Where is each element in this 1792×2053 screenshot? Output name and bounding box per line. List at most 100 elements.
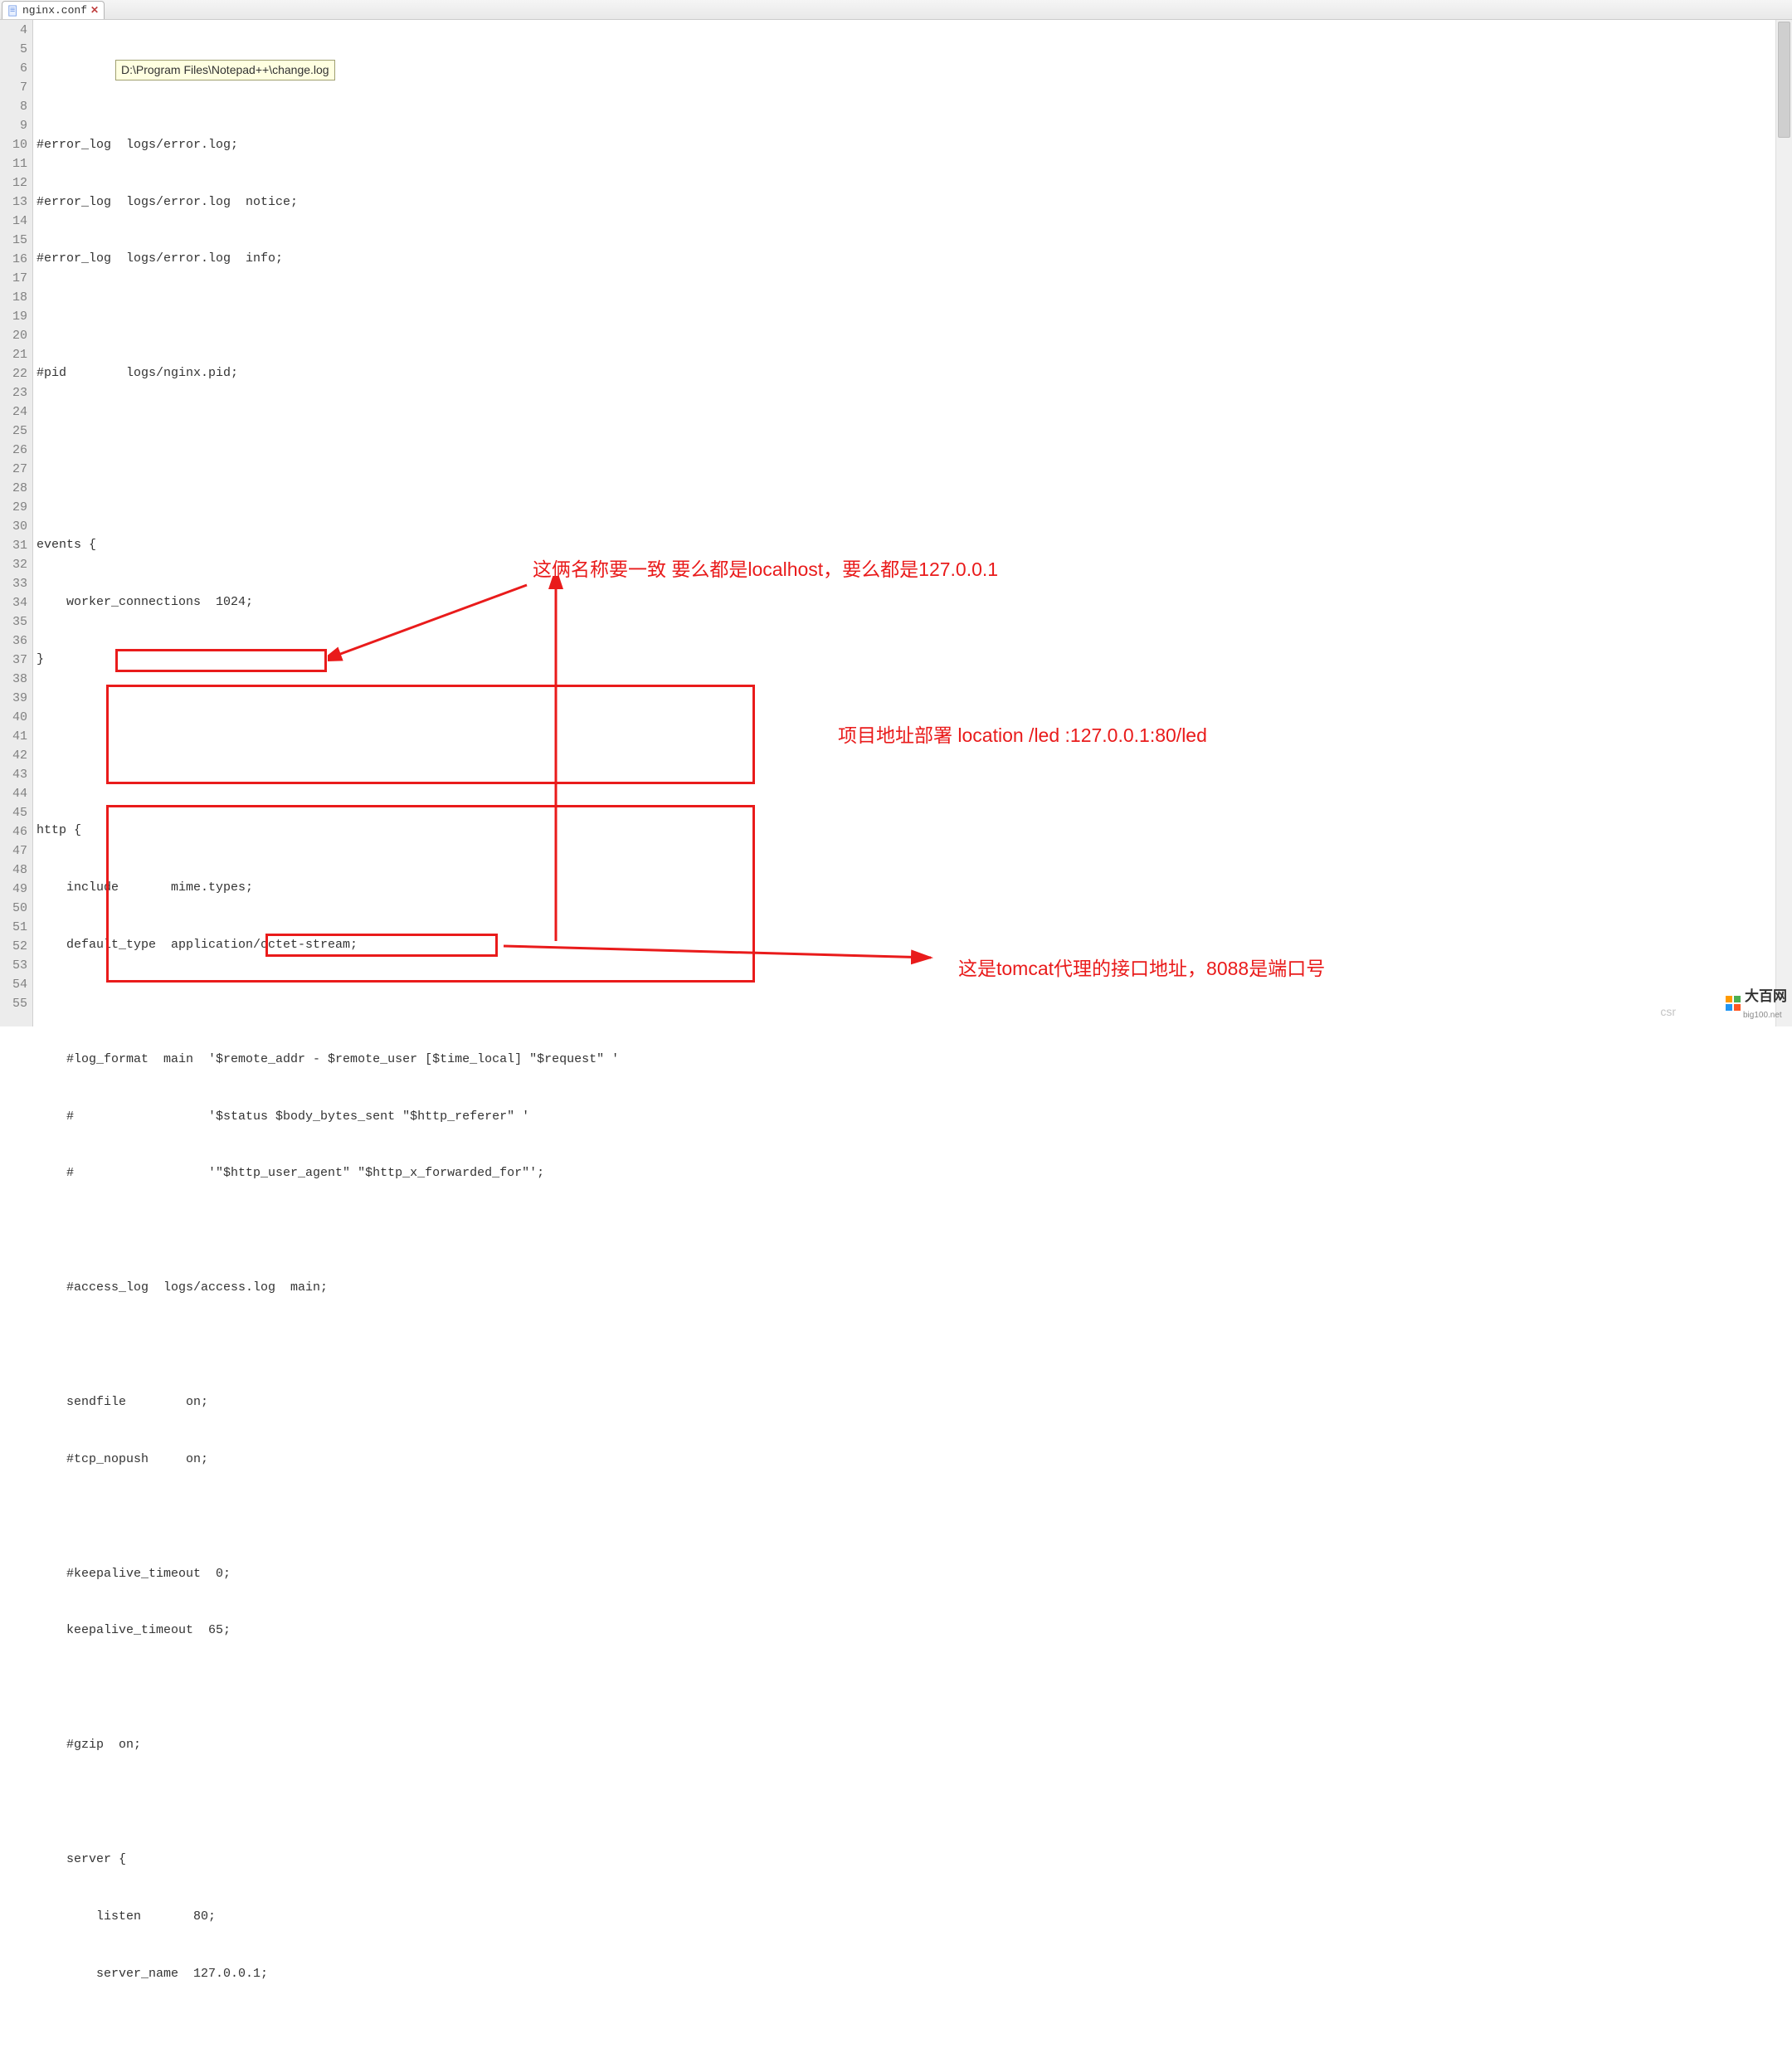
line-number: 22 (0, 365, 27, 384)
file-tab[interactable]: nginx.conf ✕ (2, 1, 105, 19)
line-number: 50 (0, 900, 27, 919)
line-number: 49 (0, 880, 27, 900)
code-line: #error_log logs/error.log notice; (37, 193, 1792, 212)
code-line: # '"$http_user_agent" "$http_x_forwarded… (37, 1164, 1792, 1183)
line-number: 9 (0, 117, 27, 136)
code-line: #error_log logs/error.log info; (37, 250, 1792, 269)
line-number: 43 (0, 766, 27, 785)
annotation-text-1: 这俩名称要一致 要么都是localhost，要么都是127.0.0.1 (533, 553, 998, 582)
code-line (37, 79, 1792, 98)
code-line (37, 1793, 1792, 1812)
line-number: 38 (0, 671, 27, 690)
line-number: 23 (0, 384, 27, 403)
line-number: 20 (0, 327, 27, 346)
code-line: #log_format main '$remote_addr - $remote… (37, 1051, 1792, 1070)
code-line: #keepalive_timeout 0; (37, 1565, 1792, 1584)
code-line: } (37, 651, 1792, 670)
watermark-text: 大百网 (1745, 988, 1787, 1004)
line-number-gutter: 4567891011121314151617181920212223242526… (0, 20, 33, 1026)
line-number: 47 (0, 842, 27, 861)
tab-label: nginx.conf (22, 4, 87, 17)
line-number: 53 (0, 957, 27, 976)
code-line: worker_connections 1024; (37, 593, 1792, 612)
line-number: 15 (0, 232, 27, 251)
close-icon[interactable]: ✕ (90, 4, 99, 17)
code-line: listen 80; (37, 1908, 1792, 1927)
line-number: 37 (0, 651, 27, 671)
watermark-sub: big100.net (1743, 1011, 1782, 1020)
line-number: 13 (0, 193, 27, 212)
line-number: 5 (0, 41, 27, 60)
code-line: events { (37, 536, 1792, 555)
scroll-thumb[interactable] (1778, 22, 1790, 138)
line-number: 12 (0, 174, 27, 193)
line-number: 51 (0, 919, 27, 938)
line-number: 40 (0, 709, 27, 728)
tab-bar: nginx.conf ✕ (0, 0, 1792, 20)
annotation-text-2: 项目地址部署 location /led :127.0.0.1:80/led (838, 719, 1207, 748)
line-number: 27 (0, 461, 27, 480)
code-line (37, 422, 1792, 441)
code-line: http { (37, 822, 1792, 841)
annotation-text-3: 这是tomcat代理的接口地址，8088是端口号 (958, 953, 1325, 981)
code-line (37, 1222, 1792, 1241)
line-number: 45 (0, 804, 27, 823)
line-number: 29 (0, 499, 27, 518)
line-number: 21 (0, 346, 27, 365)
code-line: include mime.types; (37, 879, 1792, 898)
line-number: 54 (0, 976, 27, 995)
code-line: #gzip on; (37, 1736, 1792, 1755)
code-line (37, 1679, 1792, 1698)
line-number: 39 (0, 690, 27, 709)
code-editor: 4567891011121314151617181920212223242526… (0, 20, 1792, 1026)
code-line (37, 479, 1792, 498)
line-number: 44 (0, 785, 27, 804)
line-number: 11 (0, 155, 27, 174)
file-icon (7, 5, 19, 17)
line-number: 32 (0, 556, 27, 575)
code-line (37, 1508, 1792, 1527)
line-number: 34 (0, 594, 27, 613)
line-number: 25 (0, 422, 27, 441)
code-line: #error_log logs/error.log; (37, 136, 1792, 155)
code-line: default_type application/octet-stream; (37, 936, 1792, 955)
line-number: 33 (0, 575, 27, 594)
line-number: 14 (0, 212, 27, 232)
code-line: server { (37, 1851, 1792, 1870)
scrollbar[interactable] (1775, 20, 1792, 1026)
line-number: 19 (0, 308, 27, 327)
line-number: 26 (0, 441, 27, 461)
code-line: #pid logs/nginx.pid; (37, 364, 1792, 383)
line-number: 46 (0, 823, 27, 842)
line-number: 30 (0, 518, 27, 537)
watermark: 大百网 big100.net (1725, 984, 1787, 1022)
code-line: sendfile on; (37, 1393, 1792, 1412)
code-line: #tcp_nopush on; (37, 1451, 1792, 1470)
code-line: keepalive_timeout 65; (37, 1621, 1792, 1641)
line-number: 18 (0, 289, 27, 308)
code-area[interactable]: D:\Program Files\Notepad++\change.log #e… (33, 20, 1792, 1026)
code-line: server_name 127.0.0.1; (37, 1965, 1792, 1984)
line-number: 6 (0, 60, 27, 79)
code-line (37, 764, 1792, 783)
line-number: 42 (0, 747, 27, 766)
line-number: 41 (0, 728, 27, 747)
code-line: # '$status $body_bytes_sent "$http_refer… (37, 1108, 1792, 1127)
line-number: 36 (0, 632, 27, 651)
line-number: 24 (0, 403, 27, 422)
line-number: 28 (0, 480, 27, 499)
line-number: 4 (0, 22, 27, 41)
line-number: 31 (0, 537, 27, 556)
line-number: 52 (0, 938, 27, 957)
line-number: 17 (0, 270, 27, 289)
line-number: 7 (0, 79, 27, 98)
line-number: 35 (0, 613, 27, 632)
line-number: 55 (0, 995, 27, 1014)
code-line (37, 1336, 1792, 1355)
csf-mark: csr (1660, 1005, 1676, 1018)
code-line (37, 307, 1792, 326)
line-number: 48 (0, 861, 27, 880)
code-line: #access_log logs/access.log main; (37, 1279, 1792, 1298)
code-line (37, 2022, 1792, 2041)
watermark-logo-icon (1725, 995, 1741, 1012)
